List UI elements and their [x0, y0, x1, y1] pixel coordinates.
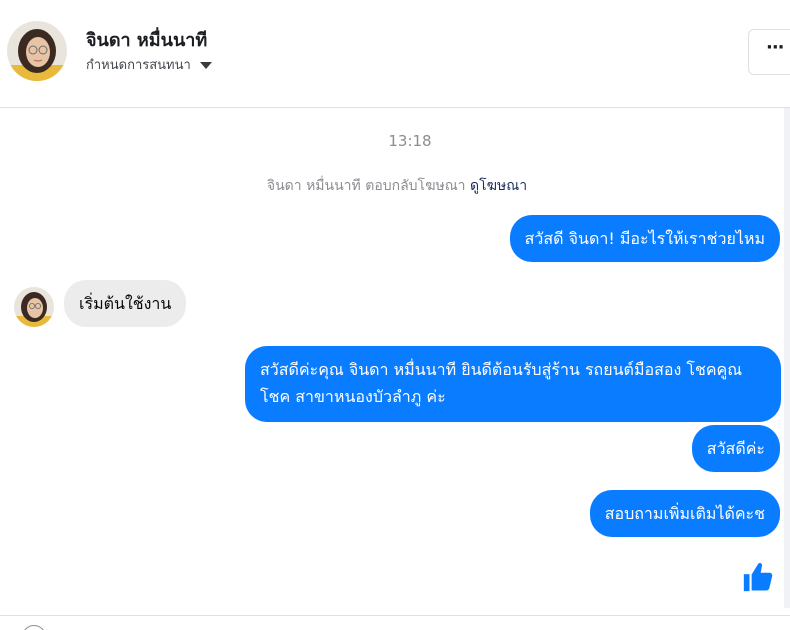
- ad-reply-text: จินดา หมื่นนาที ตอบกลับโฆษณา: [266, 178, 466, 194]
- message-composer[interactable]: [0, 615, 790, 630]
- thumbs-up-icon[interactable]: [741, 560, 775, 594]
- contact-avatar-small[interactable]: [14, 287, 54, 327]
- manage-conversation-label: กำหนดการสนทนา: [86, 58, 191, 73]
- more-options-button[interactable]: ···: [748, 29, 790, 75]
- message-bubble-outgoing[interactable]: สอบถามเพิ่มเติมได้คะช: [589, 490, 780, 537]
- add-attachment-icon[interactable]: [22, 625, 46, 630]
- message-bubble-incoming[interactable]: เริ่มต้นใช้งาน: [64, 280, 187, 327]
- manage-conversation-dropdown[interactable]: กำหนดการสนทนา: [86, 54, 212, 75]
- message-timestamp: 13:18: [388, 132, 432, 150]
- contact-avatar[interactable]: [7, 21, 67, 81]
- ad-reply-notice: จินดา หมื่นนาที ตอบกลับโฆษณา ดูโฆษณา: [0, 175, 790, 197]
- contact-name: จินดา หมื่นนาที: [86, 30, 208, 51]
- message-bubble-outgoing[interactable]: สวัสดีค่ะคุณ จินดา หมื่นนาที ยินดีต้อนรั…: [245, 346, 781, 422]
- message-bubble-outgoing[interactable]: สวัสดีค่ะ: [691, 425, 780, 472]
- conversation-header: จินดา หมื่นนาที กำหนดการสนทนา ···: [0, 0, 790, 108]
- view-ad-link[interactable]: ดูโฆษณา: [470, 178, 527, 194]
- message-bubble-outgoing[interactable]: สวัสดี จินดา! มีอะไรให้เราช่วยไหม: [509, 215, 780, 262]
- more-horizontal-icon: ···: [766, 37, 784, 58]
- caret-down-icon: [199, 62, 212, 69]
